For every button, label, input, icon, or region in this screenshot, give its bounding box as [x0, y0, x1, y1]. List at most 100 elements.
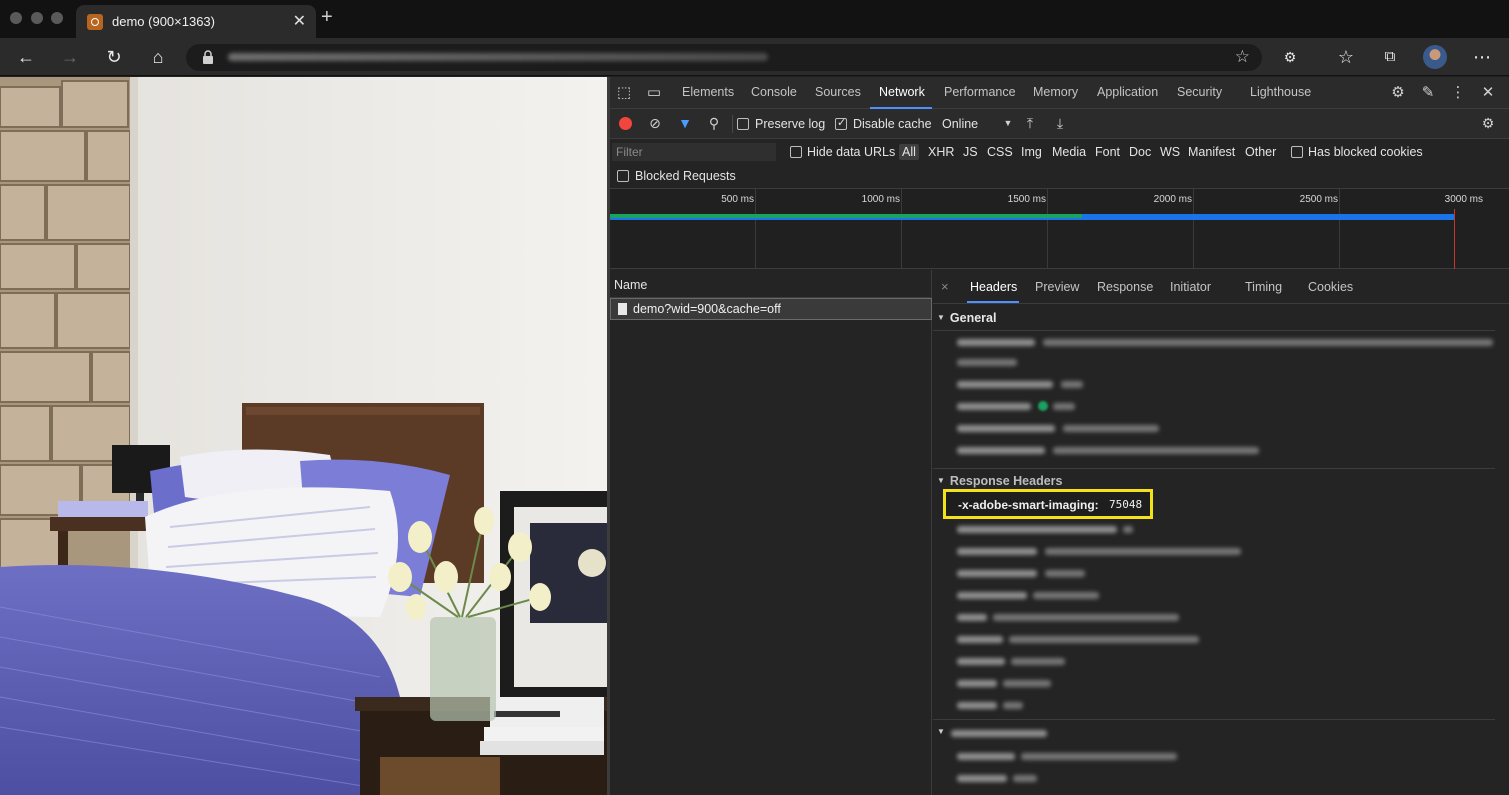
- blurred-header-value: [1009, 636, 1199, 643]
- blocked-requests-label[interactable]: Blocked Requests: [635, 169, 736, 183]
- browser-toolbar: ← → ↻ ⌂ ☆ ⚙ ☆ ⧉ ⋯: [0, 38, 1509, 76]
- tab-timing[interactable]: Timing: [1245, 280, 1282, 294]
- reload-icon[interactable]: ↻: [104, 47, 124, 67]
- tab-lighthouse[interactable]: Lighthouse: [1250, 85, 1311, 99]
- url-text-blurred: [228, 53, 768, 61]
- devtools-tab-bar: ⬚ ▭ Elements Console Sources Network Per…: [610, 77, 1509, 109]
- import-har-icon[interactable]: ⤒: [1022, 115, 1038, 131]
- timeline-gridline: [901, 189, 902, 269]
- chevron-down-icon[interactable]: ▼: [1000, 115, 1016, 131]
- filter-type-ws[interactable]: WS: [1160, 145, 1180, 159]
- close-devtools-icon[interactable]: ✕: [1480, 85, 1496, 101]
- export-har-icon[interactable]: ⤓: [1052, 115, 1068, 131]
- preserve-log-checkbox[interactable]: [737, 118, 749, 130]
- forward-arrow-icon[interactable]: →: [60, 47, 80, 67]
- address-bar[interactable]: ☆: [186, 44, 1262, 71]
- request-list-header: Name: [610, 270, 932, 298]
- blurred-header-key: [957, 526, 1117, 533]
- back-arrow-icon[interactable]: ←: [16, 47, 36, 67]
- preserve-log-label[interactable]: Preserve log: [755, 117, 825, 131]
- tab-preview[interactable]: Preview: [1035, 280, 1079, 294]
- disable-cache-label[interactable]: Disable cache: [853, 117, 932, 131]
- filter-type-all[interactable]: All: [899, 144, 919, 160]
- table-row[interactable]: demo?wid=900&cache=off: [610, 298, 932, 320]
- section-divider: [933, 330, 1495, 331]
- network-overview-timeline[interactable]: 500 ms 1000 ms 1500 ms 2000 ms 2500 ms 3…: [610, 189, 1509, 269]
- blurred-header-key: [957, 753, 1015, 760]
- devtools-panel: ⬚ ▭ Elements Console Sources Network Per…: [610, 77, 1509, 795]
- timeline-tick: 2500 ms: [1299, 194, 1338, 205]
- blocked-requests-checkbox[interactable]: [617, 170, 629, 182]
- load-event-marker: [1454, 209, 1455, 269]
- blurred-header-value: [1003, 702, 1023, 709]
- profile-avatar[interactable]: [1423, 45, 1447, 69]
- settings-gear-icon[interactable]: ⚙: [1390, 85, 1406, 101]
- blurred-header-key: [957, 381, 1053, 388]
- active-details-tab-indicator: [967, 301, 1019, 303]
- response-headers-toggle[interactable]: ▼ Response Headers: [937, 474, 1062, 488]
- network-settings-gear-icon[interactable]: ⚙: [1480, 115, 1496, 131]
- throttling-select[interactable]: Online: [942, 117, 978, 131]
- blurred-header-key: [957, 447, 1045, 454]
- device-toolbar-icon[interactable]: ▭: [646, 85, 662, 101]
- search-icon[interactable]: ⚲: [706, 115, 722, 131]
- filter-funnel-icon[interactable]: ▼: [677, 115, 693, 131]
- expand-triangle-icon: ▼: [937, 476, 945, 485]
- blurred-header-key: [957, 570, 1037, 577]
- blurred-header-value: [1045, 570, 1085, 577]
- browser-tab[interactable]: demo (900×1363) ✕: [76, 5, 316, 38]
- inspect-element-icon[interactable]: ⬚: [616, 85, 632, 101]
- extension-icon[interactable]: ⚙: [1280, 47, 1300, 67]
- window-close-button[interactable]: [10, 12, 22, 24]
- blurred-header-key: [957, 636, 1003, 643]
- disable-cache-checkbox[interactable]: [835, 116, 847, 130]
- tab-console[interactable]: Console: [751, 85, 797, 99]
- timeline-gridline: [1339, 189, 1340, 269]
- hide-data-urls-checkbox[interactable]: [790, 146, 802, 158]
- tab-application[interactable]: Application: [1097, 85, 1158, 99]
- filter-type-js[interactable]: JS: [963, 145, 978, 159]
- record-icon[interactable]: [619, 117, 632, 130]
- tab-close-icon[interactable]: ✕: [293, 11, 306, 31]
- has-blocked-cookies-label[interactable]: Has blocked cookies: [1308, 145, 1423, 159]
- tab-initiator[interactable]: Initiator: [1170, 280, 1211, 294]
- tab-memory[interactable]: Memory: [1033, 85, 1078, 99]
- request-headers-toggle[interactable]: ▼: [937, 725, 950, 739]
- tab-response[interactable]: Response: [1097, 280, 1153, 294]
- toolbar-divider: [732, 115, 733, 133]
- has-blocked-cookies-checkbox[interactable]: [1291, 146, 1303, 158]
- tab-performance[interactable]: Performance: [944, 85, 1016, 99]
- tab-cookies[interactable]: Cookies: [1308, 280, 1353, 294]
- collections-icon[interactable]: ⧉: [1380, 47, 1400, 67]
- more-menu-icon[interactable]: ⋯: [1472, 47, 1492, 67]
- tab-sources[interactable]: Sources: [815, 85, 861, 99]
- filter-type-img[interactable]: Img: [1021, 145, 1042, 159]
- more-options-icon[interactable]: ⋮: [1450, 85, 1466, 101]
- filter-type-media[interactable]: Media: [1052, 145, 1086, 159]
- filter-type-other[interactable]: Other: [1245, 145, 1276, 159]
- filter-input[interactable]: Filter: [612, 143, 776, 161]
- blurred-header-value: [1123, 526, 1133, 533]
- tab-security[interactable]: Security: [1177, 85, 1222, 99]
- home-icon[interactable]: ⌂: [148, 47, 168, 67]
- filter-type-xhr[interactable]: XHR: [928, 145, 954, 159]
- favorites-icon[interactable]: ☆: [1336, 47, 1356, 67]
- new-tab-button[interactable]: +: [321, 6, 333, 29]
- hide-data-urls-label[interactable]: Hide data URLs: [807, 145, 895, 159]
- tab-elements[interactable]: Elements: [682, 85, 734, 99]
- feedback-icon[interactable]: ✎: [1420, 85, 1436, 101]
- filter-type-font[interactable]: Font: [1095, 145, 1120, 159]
- close-details-icon[interactable]: ×: [941, 279, 949, 294]
- window-minimize-button[interactable]: [31, 12, 43, 24]
- filter-type-manifest[interactable]: Manifest: [1188, 145, 1235, 159]
- timeline-gridline: [1193, 189, 1194, 269]
- tab-network[interactable]: Network: [879, 85, 925, 99]
- column-name-header[interactable]: Name: [614, 278, 647, 292]
- clear-icon[interactable]: ⊘: [647, 115, 663, 131]
- general-section-toggle[interactable]: ▼ General: [937, 311, 996, 325]
- window-zoom-button[interactable]: [51, 12, 63, 24]
- favorite-star-icon[interactable]: ☆: [1235, 47, 1250, 67]
- tab-headers[interactable]: Headers: [970, 280, 1017, 294]
- filter-type-css[interactable]: CSS: [987, 145, 1013, 159]
- filter-type-doc[interactable]: Doc: [1129, 145, 1151, 159]
